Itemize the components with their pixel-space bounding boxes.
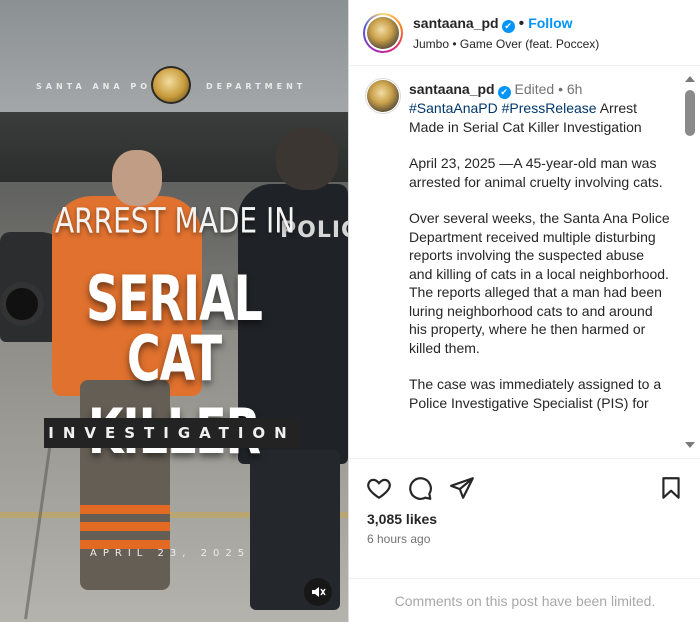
car-wheel: [0, 282, 44, 326]
separator-dot: •: [558, 81, 563, 97]
badge-avatar-image: [367, 80, 399, 112]
caption-paragraph: Over several weeks, the Santa Ana Police…: [409, 210, 670, 356]
post-actions: 3,085 likes 6 hours ago: [349, 458, 700, 578]
paper-plane-icon[interactable]: [449, 475, 475, 501]
scroll-down-arrow-icon[interactable]: [685, 442, 695, 448]
mute-button[interactable]: [304, 578, 332, 606]
muted-speaker-icon: [312, 587, 326, 597]
post-timestamp[interactable]: 6 hours ago: [367, 532, 430, 546]
author-avatar[interactable]: [363, 13, 403, 53]
hashtag-link[interactable]: #SantaAnaPD: [409, 100, 498, 116]
hashtag-link[interactable]: #PressRelease: [502, 100, 597, 116]
caption-scrollbar[interactable]: [683, 72, 697, 454]
media-date: APRIL 23, 2025: [90, 548, 251, 559]
audio-track-link[interactable]: Jumbo • Game Over (feat. Poccex): [413, 37, 599, 51]
caption-section: santaana_pd ✔ Edited • 6h #SantaAnaPD #Pr…: [349, 66, 700, 458]
comments-limited-notice: Comments on this post have been limited.: [349, 578, 700, 622]
scroll-up-arrow-icon[interactable]: [685, 76, 695, 82]
like-count[interactable]: 3,085 likes: [367, 511, 437, 527]
post-details-panel: santaana_pd ✔ • Follow Jumbo • Game Over (f…: [348, 0, 700, 622]
verified-badge-icon: ✔: [497, 86, 511, 99]
post-age: 6h: [566, 81, 583, 97]
caption-text: santaana_pd ✔ Edited • 6h #SantaAnaPD #Pr…: [409, 80, 671, 430]
headline-arrest: ARREST MADE IN: [55, 200, 296, 242]
caption-paragraph: April 23, 2025 —A 45-year-old man was ar…: [409, 155, 663, 190]
separator-dot: •: [518, 15, 525, 32]
heart-icon[interactable]: [366, 475, 392, 501]
follow-button[interactable]: Follow: [528, 15, 572, 31]
edited-label: Edited: [514, 81, 555, 97]
author-username[interactable]: santaana_pd: [413, 15, 499, 31]
caption-avatar[interactable]: [365, 78, 401, 114]
investigation-banner: INVESTIGATION: [44, 418, 300, 448]
department-text-left: SANTA ANA PO: [36, 82, 151, 91]
scroll-thumb[interactable]: [685, 90, 695, 136]
department-text-right: DEPARTMENT: [206, 82, 307, 91]
caption-username[interactable]: santaana_pd: [409, 81, 495, 97]
verified-badge-icon: ✔: [501, 20, 515, 33]
caption-paragraph: The case was immediately assigned to a P…: [409, 376, 662, 411]
badge-avatar-image: [367, 17, 399, 49]
comment-icon[interactable]: [407, 475, 433, 501]
header-line: santaana_pd ✔ • Follow: [413, 15, 573, 33]
post-media[interactable]: SANTA ANA PO DEPARTMENT POLIC ARREST MAD…: [0, 0, 348, 622]
post-header: santaana_pd ✔ • Follow Jumbo • Game Over (f…: [349, 0, 700, 66]
bookmark-icon[interactable]: [658, 475, 684, 501]
police-badge-logo: [151, 66, 191, 104]
